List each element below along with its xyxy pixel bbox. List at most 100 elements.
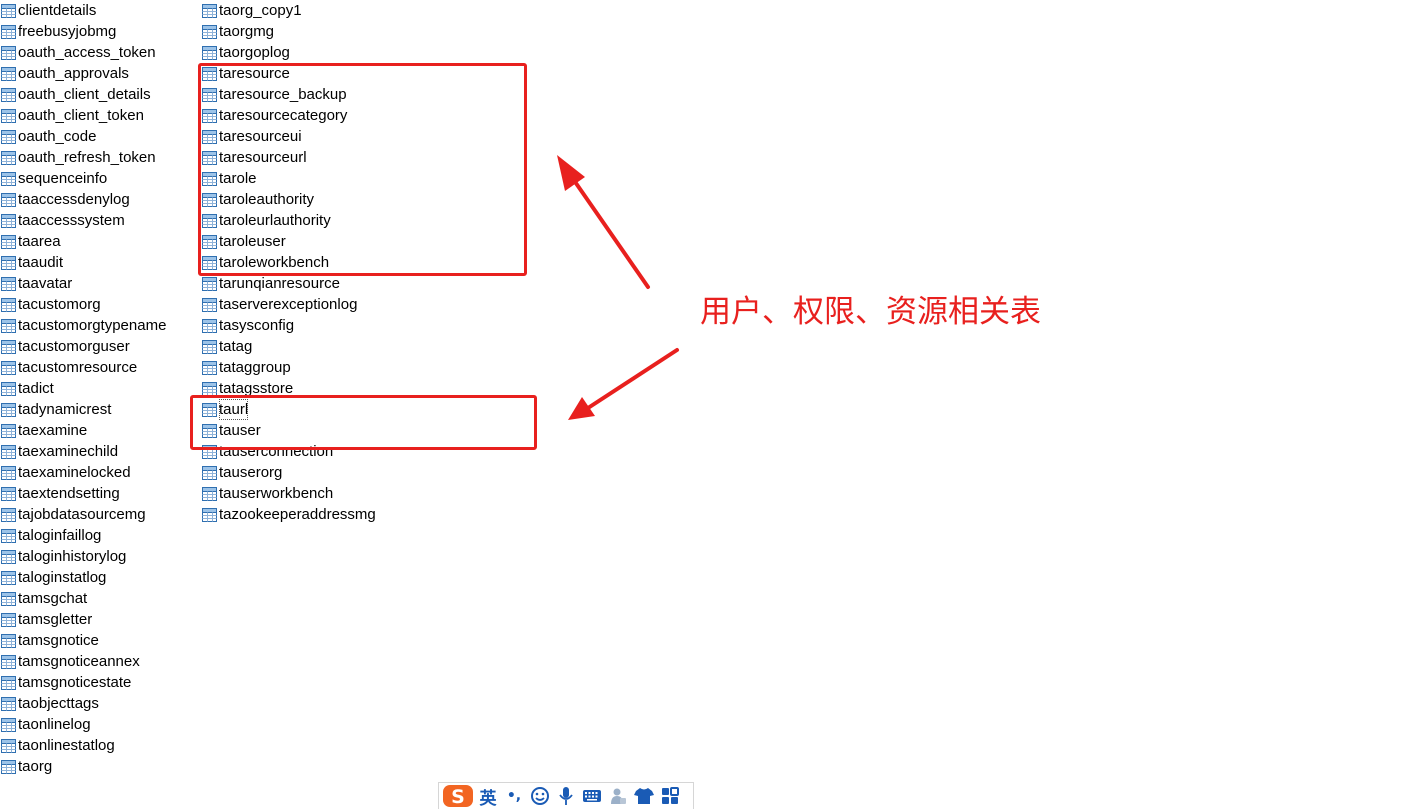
table-item[interactable]: sequenceinfo <box>1 168 166 189</box>
user-icon[interactable] <box>605 783 631 809</box>
table-item[interactable]: clientdetails <box>1 0 166 21</box>
table-item[interactable]: taaudit <box>1 252 166 273</box>
table-item[interactable]: tarunqianresource <box>202 273 376 294</box>
table-icon <box>1 529 16 543</box>
table-name: freebusyjobmg <box>18 23 117 40</box>
annotation-label: 用户、权限、资源相关表 <box>700 294 1041 330</box>
table-icon <box>202 487 217 501</box>
table-icon <box>202 340 217 354</box>
table-item[interactable]: tajobdatasourcemg <box>1 504 166 525</box>
table-icon <box>1 109 16 123</box>
table-item[interactable]: oauth_code <box>1 126 166 147</box>
table-icon <box>1 466 16 480</box>
table-item[interactable]: taavatar <box>1 273 166 294</box>
table-item[interactable]: taexaminelocked <box>1 462 166 483</box>
table-item[interactable]: taserverexceptionlog <box>202 294 376 315</box>
table-item[interactable]: tataggroup <box>202 357 376 378</box>
table-name: oauth_client_token <box>18 107 144 124</box>
table-item[interactable]: taorg <box>1 756 166 777</box>
table-item[interactable]: tauserorg <box>202 462 376 483</box>
table-item[interactable]: taobjecttags <box>1 693 166 714</box>
table-name: taorg <box>18 758 53 775</box>
table-item[interactable]: tadynamicrest <box>1 399 166 420</box>
keyboard-icon[interactable] <box>579 783 605 809</box>
input-mode-toggle[interactable]: 英 <box>475 783 501 809</box>
table-item[interactable]: tamsgnoticestate <box>1 672 166 693</box>
table-item[interactable]: taextendsetting <box>1 483 166 504</box>
table-item[interactable]: tamsgnoticeannex <box>1 651 166 672</box>
table-icon <box>1 319 16 333</box>
table-icon <box>1 172 16 186</box>
table-icon <box>202 319 217 333</box>
table-icon <box>202 25 217 39</box>
table-item[interactable]: tamsgletter <box>1 609 166 630</box>
table-icon <box>1 277 16 291</box>
table-item[interactable]: tamsgchat <box>1 588 166 609</box>
table-icon <box>202 4 217 18</box>
table-item[interactable]: tadict <box>1 378 166 399</box>
table-icon <box>202 508 217 522</box>
ime-toolbar[interactable]: S 英 •, <box>438 782 694 809</box>
table-item[interactable]: oauth_client_token <box>1 105 166 126</box>
table-icon <box>202 382 217 396</box>
table-name: taexaminelocked <box>18 464 131 481</box>
table-item[interactable]: tacustomresource <box>1 357 166 378</box>
table-item[interactable]: taarea <box>1 231 166 252</box>
table-item[interactable]: tacustomorgtypename <box>1 315 166 336</box>
table-item[interactable]: oauth_approvals <box>1 63 166 84</box>
table-item[interactable]: taexamine <box>1 420 166 441</box>
sogou-logo-icon[interactable]: S <box>441 783 475 809</box>
table-item[interactable]: tatag <box>202 336 376 357</box>
table-item[interactable]: tazookeeperaddressmg <box>202 504 376 525</box>
emoji-icon[interactable] <box>527 783 553 809</box>
table-name: tadynamicrest <box>18 401 112 418</box>
table-item[interactable]: taonlinestatlog <box>1 735 166 756</box>
arrow-up-head <box>557 155 585 191</box>
toolbox-icon[interactable] <box>657 783 683 809</box>
table-name: taaudit <box>18 254 64 271</box>
table-icon <box>1 718 16 732</box>
punctuation-toggle[interactable]: •, <box>501 783 527 809</box>
table-item[interactable]: taonlinelog <box>1 714 166 735</box>
table-item[interactable]: taorgmg <box>202 21 376 42</box>
table-item[interactable]: taaccessdenylog <box>1 189 166 210</box>
table-icon <box>1 739 16 753</box>
table-item[interactable]: taorg_copy1 <box>202 0 376 21</box>
microphone-icon[interactable] <box>553 783 579 809</box>
table-name: tacustomorguser <box>18 338 130 355</box>
table-icon <box>1 151 16 165</box>
table-item[interactable]: freebusyjobmg <box>1 21 166 42</box>
table-item[interactable]: tacustomorg <box>1 294 166 315</box>
table-item[interactable]: oauth_refresh_token <box>1 147 166 168</box>
table-icon <box>1 340 16 354</box>
table-item[interactable]: tasysconfig <box>202 315 376 336</box>
table-icon <box>202 46 217 60</box>
table-name: tamsgletter <box>18 611 93 628</box>
table-item[interactable]: taaccesssystem <box>1 210 166 231</box>
table-item[interactable]: oauth_client_details <box>1 84 166 105</box>
skin-icon[interactable] <box>631 783 657 809</box>
table-name: taaccessdenylog <box>18 191 130 208</box>
table-name: tatag <box>219 338 253 355</box>
table-name: taloginfaillog <box>18 527 102 544</box>
table-name: taonlinestatlog <box>18 737 115 754</box>
table-item[interactable]: tamsgnotice <box>1 630 166 651</box>
table-icon <box>1 361 16 375</box>
table-icon <box>1 382 16 396</box>
table-icon <box>1 697 16 711</box>
table-item[interactable]: taloginfaillog <box>1 525 166 546</box>
table-item[interactable]: taloginstatlog <box>1 567 166 588</box>
table-name: clientdetails <box>18 2 97 19</box>
table-item[interactable]: tacustomorguser <box>1 336 166 357</box>
arrow-up-shaft <box>569 174 650 289</box>
table-icon <box>1 298 16 312</box>
table-name: tauserworkbench <box>219 485 334 502</box>
table-item[interactable]: tauserworkbench <box>202 483 376 504</box>
table-item[interactable]: taexaminechild <box>1 441 166 462</box>
table-name: oauth_access_token <box>18 44 156 61</box>
table-item[interactable]: taorgoplog <box>202 42 376 63</box>
table-name: taextendsetting <box>18 485 120 502</box>
table-icon <box>1 613 16 627</box>
table-item[interactable]: taloginhistorylog <box>1 546 166 567</box>
table-item[interactable]: oauth_access_token <box>1 42 166 63</box>
